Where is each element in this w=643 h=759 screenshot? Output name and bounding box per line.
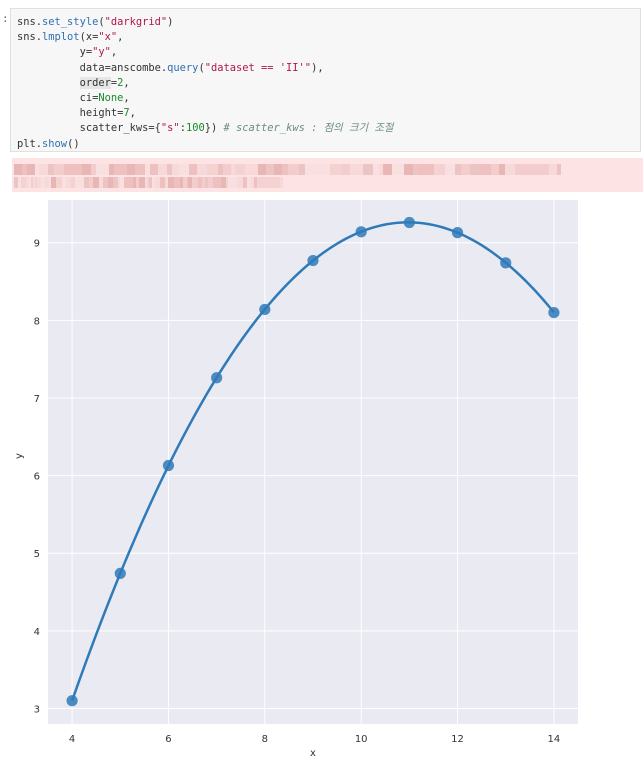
x-tick-label: 6 (165, 734, 171, 745)
data-point (211, 372, 223, 384)
code-editor[interactable]: sns.set_style("darkgrid") sns.lmplot(x="… (17, 15, 393, 152)
x-tick-label: 8 (262, 734, 268, 745)
redacted-line (14, 164, 641, 175)
code-line-4: data=anscombe.query("dataset == 'II'"), (79, 61, 324, 74)
plot-background (48, 200, 578, 724)
data-point (114, 567, 126, 579)
data-point (451, 227, 464, 239)
x-tick-label: 14 (548, 734, 561, 745)
y-tick-label: 7 (34, 394, 40, 405)
stderr-output-redacted (12, 158, 643, 192)
code-cell[interactable]: sns.set_style("darkgrid") sns.lmplot(x="… (10, 8, 641, 152)
y-tick-label: 4 (34, 627, 40, 638)
data-point (403, 216, 415, 229)
redacted-line (14, 177, 283, 188)
code-line-8: scatter_kws={"s":100}) # scatter_kws : 점… (79, 122, 394, 135)
data-point (66, 695, 78, 707)
y-tick-label: 5 (34, 549, 40, 560)
x-tick-label: 4 (69, 734, 75, 745)
lmplot-chart: 4 6 8 10 12 14 3 4 5 6 7 8 9 x y (14, 200, 578, 759)
code-line-3: y="y", (79, 46, 118, 59)
data-point (500, 257, 512, 269)
data-point (259, 303, 271, 316)
code-line-2: sns.lmplot(x="x", (17, 31, 124, 44)
data-point (307, 254, 319, 267)
data-point (548, 306, 560, 319)
code-line-1: sns.set_style("darkgrid") (17, 16, 174, 28)
y-axis-label: y (14, 453, 25, 459)
y-tick-label: 9 (34, 239, 40, 250)
cell-prompt-marker: : (2, 12, 9, 25)
x-axis-label: x (310, 748, 316, 759)
x-tick-label: 10 (355, 734, 368, 745)
code-line-6: ci=None, (79, 92, 130, 105)
data-point (162, 459, 175, 472)
y-tick-label: 6 (34, 472, 40, 483)
y-tick-label: 8 (34, 316, 40, 327)
data-point (355, 226, 367, 238)
code-line-9: plt.show() (17, 137, 80, 150)
x-tick-label: 12 (451, 734, 464, 745)
y-tick-label: 3 (34, 704, 40, 715)
code-line-7: height=7, (79, 107, 136, 120)
code-line-5: order=2, (79, 76, 130, 89)
